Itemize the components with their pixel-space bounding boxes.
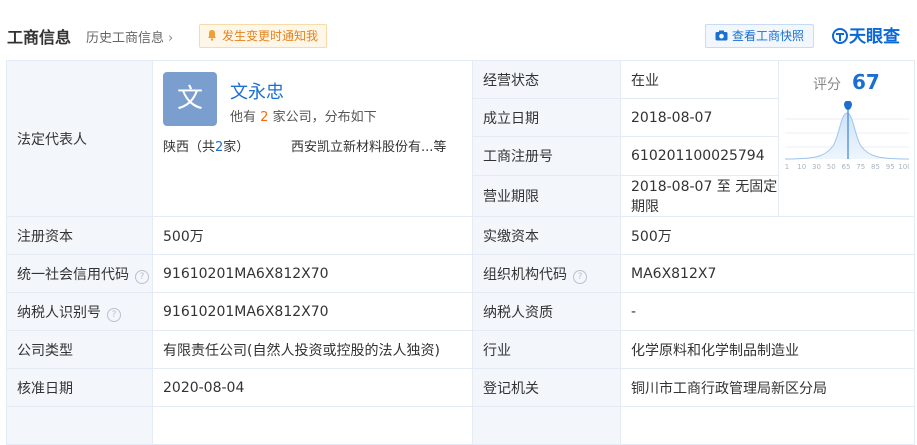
camera-icon [715, 30, 728, 41]
org-code-value: MA6X812X7 [620, 254, 915, 293]
section-title: 工商信息 [7, 28, 72, 47]
tianyancha-logo: 天眼查 [832, 22, 900, 47]
score-tick-label: 95 [886, 163, 895, 171]
table-row: 核准日期 2020-08-04 登记机关 铜川市工商行政管理局新区分局 [6, 368, 915, 407]
snapshot-label: 查看工商快照 [732, 29, 805, 43]
legal-rep-desc-prefix: 他有 [230, 110, 257, 125]
founded-value: 2018-08-07 [620, 98, 779, 138]
reg-no-label: 工商注册号 [472, 136, 621, 176]
table-row: 公司类型 有限责任公司(自然人投资或控股的法人独资) 行业 化学原料和化学制品制… [6, 330, 915, 369]
score-axis-ticks: 1 10 30 50 65 75 85 95100 [785, 163, 909, 171]
taxpayer-id-label: 纳税人识别号 [17, 304, 101, 321]
logo-icon [832, 28, 848, 44]
score-tick-label: 10 [797, 163, 806, 171]
authority-value: 铜川市工商行政管理局新区分局 [620, 368, 915, 407]
approval-date-value: 2020-08-04 [152, 368, 473, 407]
score-tick-label: 30 [812, 163, 821, 171]
score-tick-label: 85 [871, 163, 880, 171]
legal-rep-region: 陕西（共2家） [163, 136, 249, 155]
score-tick-label: 75 [856, 163, 865, 171]
authority-label: 登记机关 [472, 368, 621, 407]
org-code-label-cell: 组织机构代码? [472, 254, 621, 293]
term-label: 营业期限 [472, 174, 621, 218]
company-type-label: 公司类型 [6, 330, 153, 369]
empty-cell [6, 406, 153, 445]
legal-rep-desc: 他有 2 家公司，分布如下 [230, 106, 377, 125]
legal-rep-name[interactable]: 文永忠 [230, 78, 284, 104]
org-code-label: 组织机构代码 [483, 266, 567, 283]
reg-no-value: 610201100025794 [620, 136, 779, 176]
credit-code-label: 统一社会信用代码 [17, 266, 129, 283]
paid-capital-value: 500万 [620, 216, 915, 255]
status-label: 经营状态 [472, 59, 621, 100]
help-icon[interactable]: ? [573, 269, 587, 284]
help-icon[interactable]: ? [135, 269, 149, 284]
empty-cell [620, 406, 915, 445]
legal-rep-label: 法定代表人 [6, 60, 153, 217]
notice-label: 发生变更时通知我 [222, 29, 319, 43]
taxpayer-qual-label: 纳税人资质 [472, 292, 621, 331]
credit-code-value: 91610201MA6X812X70 [152, 254, 473, 293]
term-value: 2018-08-07 至 无固定期限 [620, 174, 779, 218]
reg-capital-value: 500万 [152, 216, 473, 255]
table-row: 注册资本 500万 实缴资本 500万 [6, 216, 915, 255]
founded-label: 成立日期 [472, 98, 621, 138]
credit-code-label-cell: 统一社会信用代码? [6, 254, 153, 293]
score-tick-label: 1 [785, 163, 789, 171]
bell-icon [208, 30, 216, 41]
business-info-table: 法定代表人 文 文永忠 他有 2 家公司，分布如下 陕西（共2家） 西安凯立新材… [6, 59, 915, 445]
header: 工商信息 历史工商信息 › 发生变更时通知我 查看工商快照 天眼查 [0, 0, 917, 60]
company-type-value: 有限责任公司(自然人投资或控股的法人独资) [152, 330, 473, 369]
table-row: 法定代表人 文 文永忠 他有 2 家公司，分布如下 陕西（共2家） 西安凯立新材… [6, 59, 915, 217]
score-curve-area [785, 113, 909, 159]
score-tick-label: 65 [842, 163, 851, 171]
table-row [6, 406, 915, 445]
legal-rep-region-suffix: 家） [223, 140, 250, 155]
help-icon[interactable]: ? [107, 307, 121, 322]
industry-value: 化学原料和化学制品制造业 [620, 330, 915, 369]
chevron-right-icon: › [168, 31, 174, 46]
change-notify-button[interactable]: 发生变更时通知我 [199, 24, 328, 48]
score-cell[interactable]: 评分 67 1 10 30 50 65 75 85 95100 [778, 60, 915, 217]
empty-cell [472, 406, 621, 445]
score-label: 评分 [813, 77, 841, 93]
snapshot-button[interactable]: 查看工商快照 [705, 24, 815, 48]
score-tick-label: 100 [898, 163, 909, 171]
logo-text: 天眼查 [849, 27, 900, 47]
score-tick-label: 50 [827, 163, 836, 171]
history-info-label: 历史工商信息 [86, 31, 165, 46]
avatar[interactable]: 文 [163, 72, 217, 126]
table-row: 统一社会信用代码? 91610201MA6X812X70 组织机构代码? MA6… [6, 254, 915, 293]
location-pin-icon [844, 101, 852, 110]
legal-rep-region-label: 陕西（共 [163, 140, 216, 155]
status-value: 在业 [620, 59, 779, 100]
taxpayer-qual-value: - [620, 292, 915, 331]
score-curve-chart: 1 10 30 50 65 75 85 95100 [785, 101, 909, 171]
approval-date-label: 核准日期 [6, 368, 153, 407]
paid-capital-label: 实缴资本 [472, 216, 621, 255]
legal-rep-company[interactable]: 西安凯立新材料股份有...等 [291, 136, 446, 155]
industry-label: 行业 [472, 330, 621, 369]
taxpayer-id-label-cell: 纳税人识别号? [6, 292, 153, 331]
legal-rep-cell: 文 文永忠 他有 2 家公司，分布如下 陕西（共2家） 西安凯立新材料股份有..… [152, 60, 473, 217]
legal-rep-company-count[interactable]: 2 [260, 110, 268, 125]
table-row: 纳税人识别号? 91610201MA6X812X70 纳税人资质 - [6, 292, 915, 331]
history-info-link[interactable]: 历史工商信息 › [86, 27, 173, 46]
taxpayer-id-value: 91610201MA6X812X70 [152, 292, 473, 331]
reg-capital-label: 注册资本 [6, 216, 153, 255]
legal-rep-desc-suffix: 家公司，分布如下 [272, 110, 377, 125]
score-value: 67 [852, 70, 880, 94]
empty-cell [152, 406, 473, 445]
